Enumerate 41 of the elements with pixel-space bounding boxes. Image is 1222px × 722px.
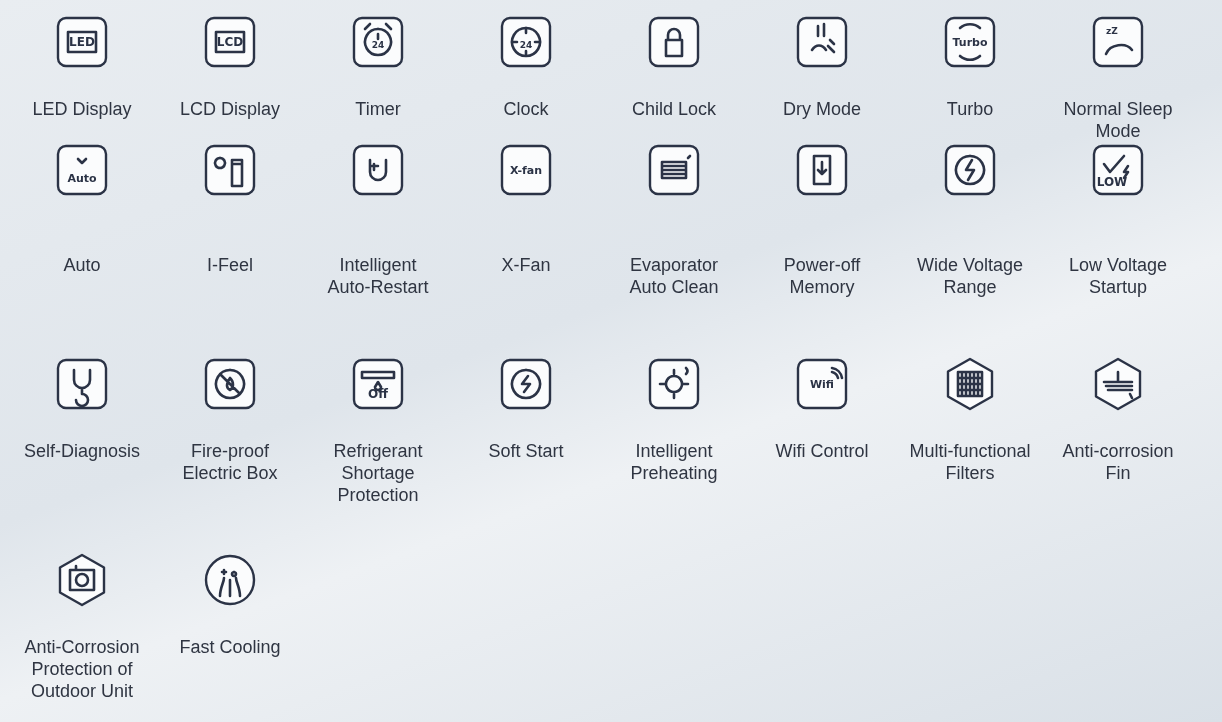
feature-label: Dry Mode [782,98,862,120]
feature-label: I-Feel [206,254,254,276]
feature-label: Soft Start [487,440,565,462]
feature-label: Wide Voltage Range [915,254,1025,298]
feature-label: Anti-Corrosion Protection of Outdoor Unit [23,636,141,702]
x-fan-icon: X-fan [498,142,554,198]
lcd-screen-icon: LCD [202,14,258,70]
feature-label: Low Voltage Startup [1067,254,1169,298]
feature-label: Self-Diagnosis [22,440,142,462]
feature-label: Anti-corrosion Fin [1061,440,1175,484]
checkmark-bolt-icon: LOW [1090,142,1146,198]
sleeping-figure-icon: zZ [1090,14,1146,70]
drop-off-icon: Off [350,356,406,412]
feature-label: X-Fan [500,254,552,276]
wifi-icon: Wifi [794,356,850,412]
feature-label: Wifi Control [774,440,870,462]
feature-label: Refrigerant Shortage Protection [332,440,424,506]
feature-label: Clock [502,98,550,120]
feature-label: Turbo [945,98,995,120]
stethoscope-icon [54,356,110,412]
alarm-clock-icon: 24 [350,14,406,70]
feature-label: Fast Cooling [178,636,282,658]
feature-label: Intelligent Auto-Restart [326,254,430,298]
feature-label: LCD Display [179,98,281,120]
feature-label: Multi-functional Filters [909,440,1031,484]
padlock-icon [646,14,702,70]
feature-label: Auto [62,254,102,276]
feature-label: Power-off Memory [782,254,862,298]
clock-icon: 24 [498,14,554,70]
grille-sparkle-icon [646,142,702,198]
feature-label: Child Lock [630,98,717,120]
feature-label: Fire-proof Electric Box [181,440,279,484]
led-screen-icon: LED [54,14,110,70]
feature-label: Timer [354,98,402,120]
turbo-icon: Turbo [942,14,998,70]
feature-label: Normal Sleep Mode [1062,98,1174,142]
feature-label: LED Display [31,98,133,120]
feature-label: Evaporator Auto Clean [628,254,720,298]
feature-label: Intelligent Preheating [629,440,719,484]
fan-auto-icon: Auto [54,142,110,198]
circular-arrows-bolt-icon [498,356,554,412]
